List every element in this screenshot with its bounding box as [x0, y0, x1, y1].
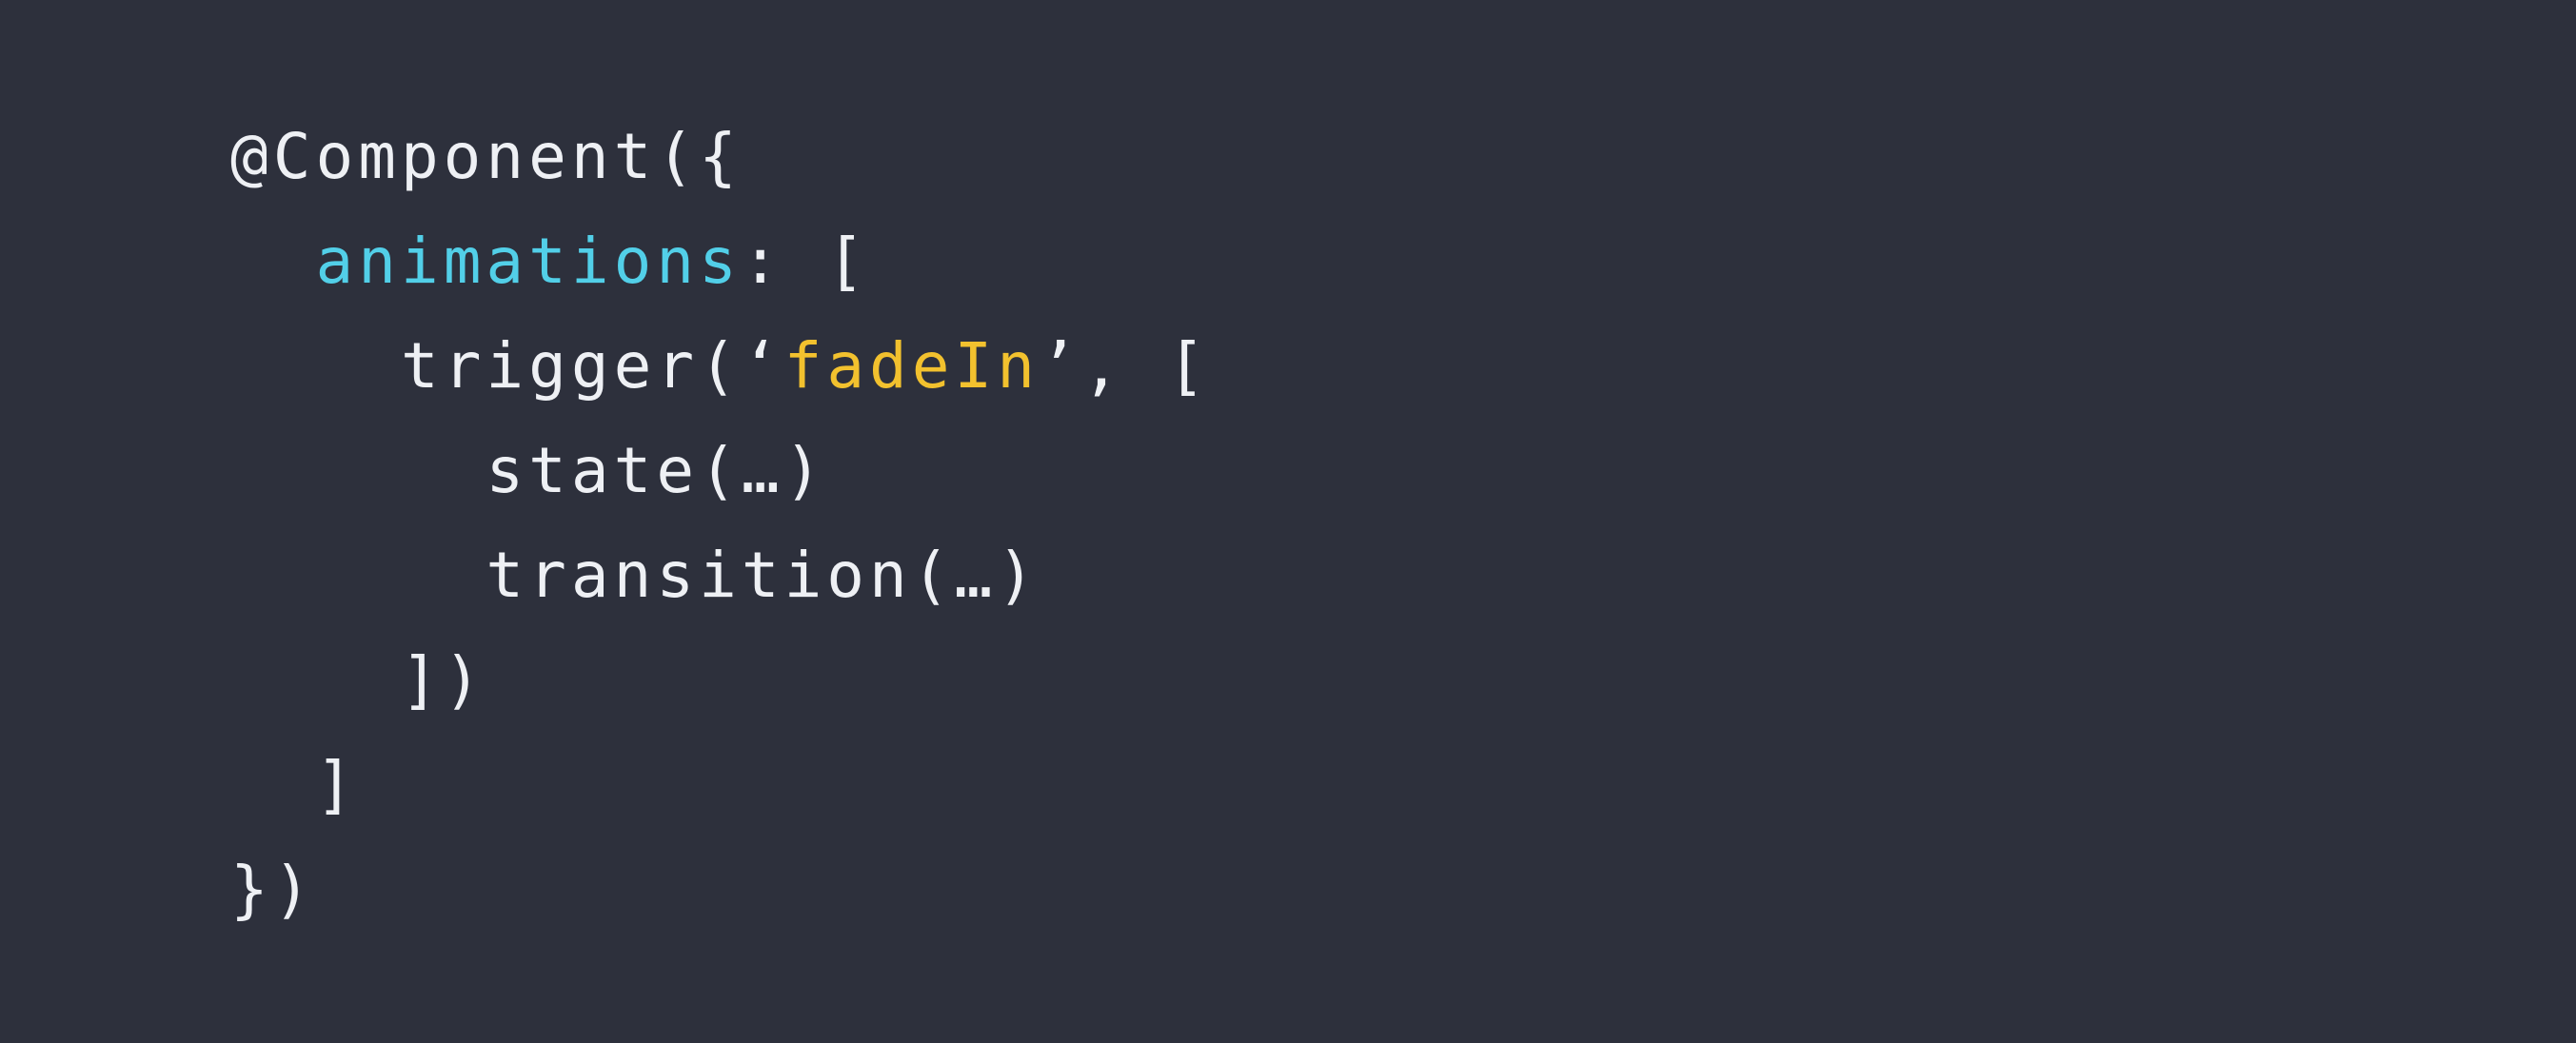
code-line-3: trigger(‘fadeIn’, [ [230, 314, 1210, 419]
code-line-6: ]) [230, 628, 1210, 733]
trigger-call-rest: ’, [ [1040, 329, 1210, 403]
animations-key: animations [315, 225, 742, 298]
code-panel: @Component({ animations: [ trigger(‘fade… [0, 0, 2576, 1043]
transition-call: transition(…) [485, 539, 1040, 612]
state-call: state(…) [485, 434, 827, 507]
trigger-close: ]) [400, 643, 486, 717]
trigger-name-string: fadeIn [783, 329, 1040, 403]
component-decorator: @Component({ [230, 120, 742, 193]
code-line-4: state(…) [230, 419, 1210, 523]
trigger-call: trigger(‘ [400, 329, 784, 403]
code-line-2: animations: [ [230, 209, 1210, 314]
code-line-8: }) [230, 837, 1210, 942]
animations-close: ] [315, 748, 359, 821]
component-close: }) [230, 853, 316, 926]
code-line-1: @Component({ [230, 105, 1210, 209]
code-line-7: ] [230, 733, 1210, 837]
code-line-5: transition(…) [230, 523, 1210, 628]
code-block: @Component({ animations: [ trigger(‘fade… [230, 105, 1210, 942]
animations-rest: : [ [741, 225, 870, 298]
